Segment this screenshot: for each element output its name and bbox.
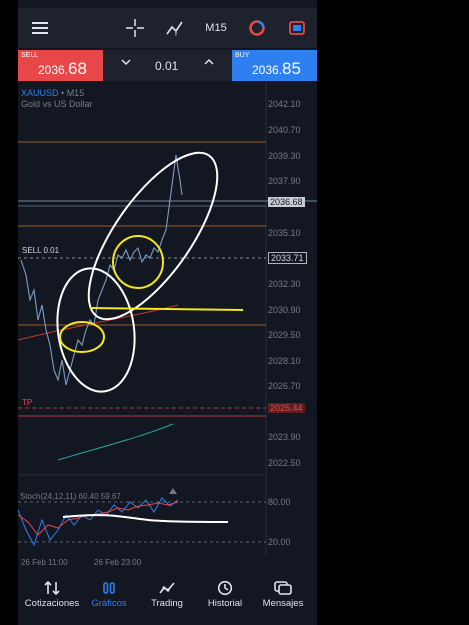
timeframe-button[interactable]: M15 — [202, 16, 230, 40]
moving-average-red — [18, 304, 179, 341]
annotation-yellow-circle-2 — [59, 321, 105, 353]
increase-quantity-button[interactable] — [203, 55, 215, 72]
color-theme-icon[interactable] — [247, 16, 267, 40]
bottom-navigation: Cotizaciones Gráficos Trading Historial … — [18, 572, 317, 625]
sell-price: 2036.68 — [38, 59, 87, 78]
nav-cotizaciones[interactable]: Cotizaciones — [22, 578, 82, 609]
time-axis-label: 26 Feb 11:00 — [21, 558, 68, 567]
price-axis-label: 2037.90 — [268, 176, 301, 186]
quantity-value[interactable]: 0.01 — [155, 59, 178, 73]
trade-panel-icon[interactable] — [287, 16, 307, 40]
stochastic-main — [18, 497, 179, 547]
nav-historial[interactable]: Historial — [195, 578, 255, 609]
sell-position-label: SELL 0.01 — [22, 246, 60, 255]
price-axis-label: 2040.70 — [268, 125, 301, 135]
price-axis-label: 2032.30 — [268, 279, 301, 289]
menu-icon[interactable] — [30, 16, 50, 40]
nav-label: Cotizaciones — [24, 598, 80, 609]
top-toolbar: f M15 — [18, 8, 317, 48]
indicators-icon[interactable]: f — [164, 16, 186, 40]
price-axis-label: 2039.30 — [268, 151, 301, 161]
stochastic-signal — [18, 501, 179, 536]
nav-trading[interactable]: Trading — [137, 578, 197, 609]
stoch-level-label: 20.00 — [268, 537, 291, 547]
nav-mensajes[interactable]: Mensajes — [253, 578, 313, 609]
crosshair-icon[interactable] — [124, 16, 146, 40]
price-axis-label: 2026.70 — [268, 381, 301, 391]
sell-price-tag: 2033.71 — [268, 252, 307, 264]
moving-average-teal — [57, 423, 174, 461]
one-click-trade-panel: SELL 2036.68 0.01 BUY 2036.85 — [18, 50, 317, 81]
nav-graficos[interactable]: Gráficos — [79, 578, 139, 609]
tp-price-tag: 2025.44 — [268, 403, 305, 413]
nav-label: Gráficos — [91, 598, 127, 609]
chart-symbol-legend: XAUUSD • M15 — [21, 88, 85, 98]
price-axis-label: 2030.90 — [268, 305, 301, 315]
price-axis-label: 2023.90 — [268, 432, 301, 442]
sell-button[interactable]: SELL 2036.68 — [18, 50, 103, 81]
nav-label: Mensajes — [262, 598, 304, 609]
history-icon — [195, 578, 255, 598]
price-axis-label: 2028.10 — [268, 356, 301, 366]
svg-text:f: f — [175, 31, 177, 37]
buy-price: 2036.85 — [252, 59, 301, 78]
annotation-yellow-circle-1 — [112, 235, 164, 289]
buy-button[interactable]: BUY 2036.85 — [232, 50, 317, 81]
stochastic-legend: Stoch(24,12,11) 60.40 59.67 — [20, 492, 121, 501]
time-axis-label: 26 Feb 23:00 — [94, 558, 142, 567]
nav-label: Trading — [151, 598, 183, 609]
buy-label: BUY — [235, 52, 250, 59]
stoch-level-label: 80.00 — [268, 497, 291, 507]
take-profit-label: TP — [22, 398, 33, 407]
bid-price-tag: 2036.68 — [268, 197, 305, 207]
decrease-quantity-button[interactable] — [120, 55, 132, 72]
quotes-icon — [22, 578, 82, 598]
price-axis-label: 2029.50 — [268, 330, 301, 340]
sell-label: SELL — [21, 52, 39, 59]
price-axis-label: 2022.50 — [268, 458, 301, 468]
chart-description: Gold vs US Dollar — [21, 99, 93, 109]
app-screen: f M15 SELL 2036.68 0.01 BUY 2036.85 XAUU… — [18, 0, 317, 625]
price-axis-label: 2035.10 — [268, 228, 301, 238]
nav-label: Historial — [207, 598, 243, 609]
annotation-yellow-line — [89, 307, 244, 311]
trading-icon — [137, 578, 197, 598]
status-bar — [18, 0, 317, 8]
messages-icon — [253, 578, 313, 598]
price-axis-label: 2042.10 — [268, 99, 301, 109]
charts-icon — [79, 578, 139, 598]
